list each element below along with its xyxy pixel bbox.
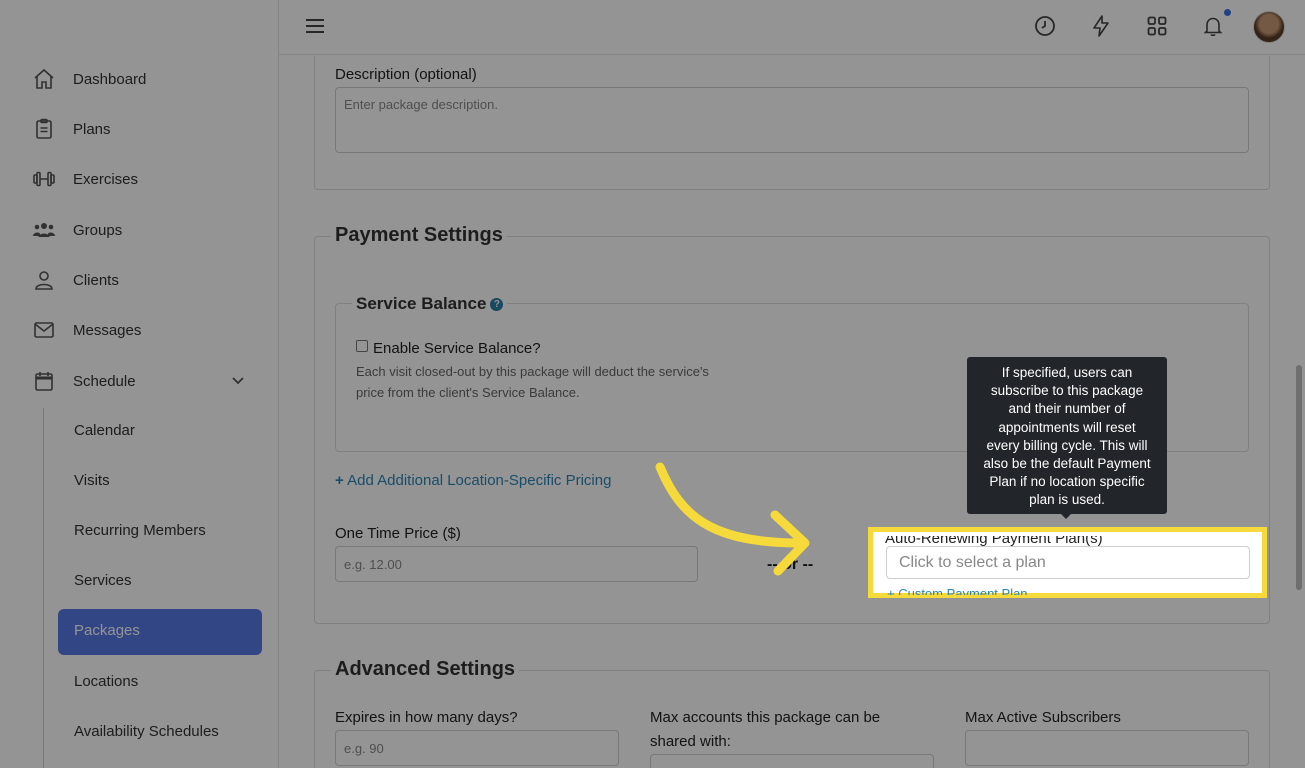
sidebar-item-messages[interactable]: Messages [32, 310, 141, 350]
tooltip-line: Plan if no location specific [989, 474, 1145, 490]
sidebar-subitem-locations[interactable]: Locations [74, 667, 138, 697]
service-balance-title: Service Balance? [352, 294, 508, 314]
sidebar-item-label: Exercises [73, 170, 139, 188]
topbar [279, 0, 1305, 55]
scrollbar-thumb[interactable] [1296, 365, 1302, 590]
add-location-pricing-link[interactable]: + Add Additional Location-Specific Prici… [335, 472, 611, 489]
highlight-box: Auto-Renewing Payment Plan(s) Click to s… [868, 527, 1267, 598]
hamburger-menu-icon[interactable] [303, 14, 327, 38]
tooltip-line: subscribe to this package [990, 383, 1144, 399]
sidebar-item-label: Clients [73, 271, 119, 289]
max-accounts-input[interactable] [650, 754, 934, 768]
clipboard-icon [32, 117, 56, 141]
submenu-line [43, 408, 44, 768]
tooltip-arrow [1060, 513, 1072, 519]
tooltip-line: appointments will reset [998, 419, 1136, 435]
max-subscribers-label: Max Active Subscribers [965, 709, 1121, 726]
dumbbell-icon [32, 167, 56, 191]
sidebar-item-groups[interactable]: Groups [32, 210, 122, 250]
plan-select-input[interactable]: Click to select a plan [886, 546, 1250, 579]
plus-icon: + [335, 472, 344, 489]
avatar[interactable] [1253, 11, 1285, 43]
tooltip: If specified, users can subscribe to thi… [967, 357, 1167, 514]
sidebar-item-label: Messages [73, 321, 142, 339]
sidebar-item-label: Schedule [73, 372, 136, 390]
chevron-down-icon[interactable] [230, 372, 246, 388]
sidebar-item-clients[interactable]: Clients [32, 260, 119, 300]
tooltip-line: every billing cycle. This will [986, 437, 1148, 453]
add-location-pricing-label: Add Additional Location-Specific Pricing [347, 472, 612, 489]
one-time-price-label: One Time Price ($) [335, 525, 461, 542]
or-divider: -- or -- [767, 556, 814, 573]
help-icon[interactable]: ? [490, 298, 504, 312]
sidebar-subitem-packages[interactable]: Packages [58, 609, 262, 655]
apps-grid-icon[interactable] [1145, 14, 1169, 38]
tooltip-line: plan is used. [1029, 492, 1105, 508]
service-balance-title-text: Service Balance [356, 294, 487, 313]
payment-settings-title: Payment Settings [331, 224, 507, 247]
calendar-icon [32, 369, 56, 393]
sidebar-subitem-visits[interactable]: Visits [74, 466, 110, 496]
sidebar-item-dashboard[interactable]: Dashboard [32, 59, 146, 99]
notification-dot [1224, 9, 1231, 16]
sidebar-item-label: Groups [73, 221, 123, 239]
service-balance-help-line-2: price from the client's Service Balance. [356, 385, 580, 400]
advanced-settings-title: Advanced Settings [331, 658, 520, 681]
sidebar-subitem-label: Packages [74, 622, 140, 639]
sidebar-subitem-services[interactable]: Services [74, 566, 132, 596]
sidebar-subitem-availability-schedules[interactable]: Availability Schedules [74, 717, 219, 747]
clock-icon[interactable] [1033, 14, 1057, 38]
sidebar: Dashboard Plans Exercises Groups Clients… [0, 0, 279, 768]
bell-icon[interactable] [1201, 14, 1225, 38]
sidebar-item-schedule[interactable]: Schedule [32, 361, 136, 401]
expires-label: Expires in how many days? [335, 709, 518, 726]
expires-input[interactable]: e.g. 90 [335, 730, 619, 766]
service-balance-help-line-1: Each visit closed-out by this package wi… [356, 364, 709, 379]
sidebar-item-exercises[interactable]: Exercises [32, 159, 138, 199]
sidebar-subitem-recurring-members[interactable]: Recurring Members [74, 516, 206, 546]
description-label: Description (optional) [335, 66, 477, 83]
home-icon [32, 67, 56, 91]
description-textarea[interactable]: Enter package description. [335, 87, 1249, 153]
user-icon [32, 268, 56, 292]
sidebar-item-label: Plans [73, 120, 111, 138]
one-time-price-input[interactable]: e.g. 12.00 [335, 546, 698, 582]
tooltip-line: also be the default Payment [983, 456, 1151, 472]
enable-service-balance-label: Enable Service Balance? [373, 340, 541, 357]
sidebar-item-label: Dashboard [73, 70, 147, 88]
tooltip-line: If specified, users can [1001, 365, 1133, 380]
max-subscribers-input[interactable] [965, 730, 1249, 766]
mail-icon [32, 318, 56, 342]
tooltip-line: and their number of [1008, 401, 1126, 417]
group-icon [32, 218, 56, 242]
auto-renewing-plan-label: Auto-Renewing Payment Plan(s) [885, 530, 1103, 547]
sidebar-subitem-calendar[interactable]: Calendar [74, 416, 135, 446]
max-accounts-label-line-2: shared with: [650, 733, 731, 750]
lightning-icon[interactable] [1089, 14, 1113, 38]
max-accounts-label-line-1: Max accounts this package can be [650, 709, 881, 726]
sidebar-item-plans[interactable]: Plans [32, 109, 111, 149]
enable-service-balance-checkbox[interactable] [356, 340, 368, 352]
